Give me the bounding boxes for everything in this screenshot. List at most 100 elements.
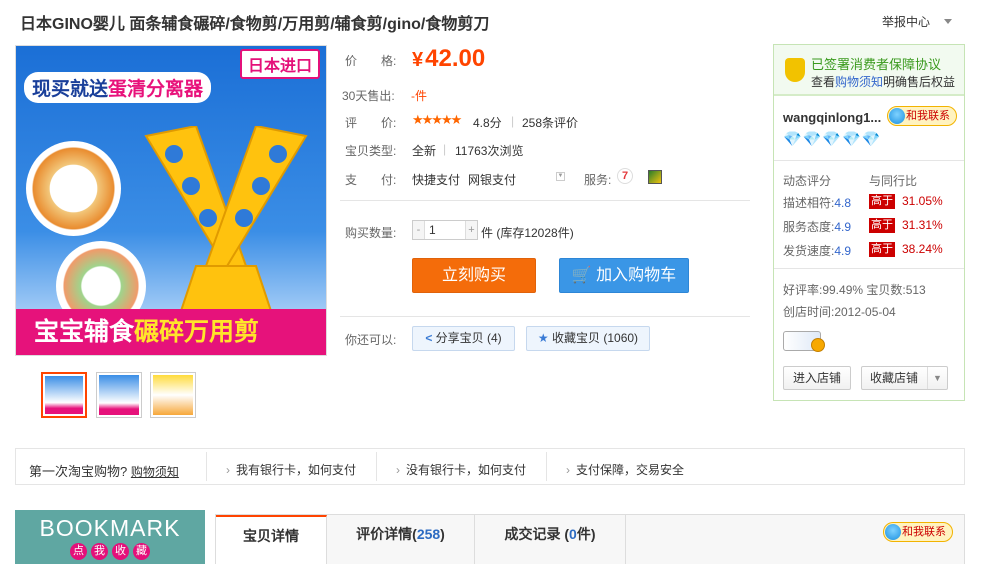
divider: |	[511, 114, 515, 128]
wangwang-icon	[885, 524, 901, 540]
divider	[774, 95, 964, 96]
seven-day-return-icon[interactable]: 7	[617, 168, 633, 184]
buy-now-button[interactable]: 立刻购买	[412, 258, 536, 293]
consumer-protection-title: 已签署消费者保障协议	[811, 57, 942, 72]
chevron-right-icon: ›	[396, 463, 400, 477]
bookmark-char: 藏	[133, 543, 150, 560]
shopping-notice-link[interactable]: 购物须知	[835, 75, 883, 89]
view-count: 11763次浏览	[455, 144, 524, 158]
tab-reviews[interactable]: 评价详情(258)	[327, 515, 475, 564]
help-link-have-card[interactable]: › 我有银行卡，如何支付	[226, 461, 356, 478]
first-time-question: 第一次淘宝购物? 购物须知	[29, 461, 179, 480]
chevron-down-icon	[944, 19, 953, 28]
payment-method-quick: 快捷支付	[412, 173, 461, 187]
bookmark-char: 我	[91, 543, 108, 560]
bookmark-char: 点	[70, 543, 87, 560]
thumbnail-2[interactable]	[96, 372, 142, 418]
shield-icon	[785, 58, 805, 82]
score-value: 4.8	[834, 196, 852, 210]
divider	[774, 268, 964, 269]
import-badge: 日本进口	[239, 49, 320, 79]
item-title: 日本GINO婴儿 面条辅食碾碎/食物剪/万用剪/辅食剪/gino/食物剪刀	[20, 16, 490, 33]
share-button-label: 分享宝贝 (4)	[435, 331, 502, 345]
divider	[774, 160, 964, 161]
scissor-illustration	[144, 126, 308, 327]
add-to-cart-button[interactable]: 🛒 加入购物车	[559, 258, 689, 293]
tagline-prefix: 宝宝辅食	[34, 318, 135, 346]
seller-level-diamond-icon[interactable]: 💎💎💎💎💎	[783, 130, 881, 148]
quantity-input[interactable]: 1	[429, 223, 436, 237]
tab-transaction-records[interactable]: 成交记录 (0件)	[475, 515, 626, 564]
bookmark-title: BOOKMARK	[39, 515, 181, 541]
divider	[340, 200, 750, 201]
score-percent: 31.31%	[902, 218, 943, 232]
bookmark-banner[interactable]: BOOKMARK 点我收藏	[15, 510, 205, 564]
chevron-down-icon[interactable]: ▼	[556, 172, 565, 181]
help-link-label: 支付保障，交易安全	[576, 463, 685, 477]
tab-records-label: 成交记录 (	[504, 526, 570, 542]
divider: |	[443, 142, 447, 156]
report-center-menu[interactable]: 举报中心	[882, 13, 953, 30]
help-question: 第一次淘宝购物?	[29, 464, 128, 479]
payment-label: 支 付:	[345, 173, 397, 187]
peer-compare-label: 与同行比	[869, 174, 918, 188]
tab-records-close: 件)	[576, 526, 596, 542]
protect-sub-suffix: 明确售后权益	[883, 75, 956, 89]
tab-item-details[interactable]: 宝贝详情	[216, 515, 327, 564]
star-icon: ★	[537, 331, 549, 345]
score-percent: 31.05%	[902, 194, 943, 208]
score-value: 4.9	[834, 220, 852, 234]
thumbnail-1[interactable]	[41, 372, 87, 418]
tab-reviews-count: 258	[416, 526, 441, 542]
tagline-highlight: 碾碎万用剪	[134, 318, 260, 346]
shopping-guide-link[interactable]: 购物须知	[131, 465, 179, 479]
score-value: 4.9	[834, 244, 852, 258]
help-link-security[interactable]: › 支付保障，交易安全	[566, 461, 684, 478]
quantity-decrease-button[interactable]: -	[413, 221, 425, 239]
service-guarantee-icon[interactable]	[648, 170, 662, 184]
contact-seller-button[interactable]: 和我联系	[883, 522, 953, 542]
share-icon: <	[425, 331, 433, 345]
quantity-stepper[interactable]: - 1 +	[412, 220, 478, 240]
add-to-cart-label: 加入购物车	[596, 267, 677, 284]
thumbnail-image	[45, 376, 83, 414]
higher-badge: 高于	[869, 242, 895, 257]
review-count-link[interactable]: 258条评价	[522, 114, 578, 131]
product-tagline: 宝宝辅食碾碎万用剪	[16, 309, 326, 355]
rating-score: 4.8分	[473, 116, 502, 130]
price-value: 42.00	[425, 45, 486, 72]
food-bowl-image	[26, 141, 121, 236]
share-button[interactable]: < 分享宝贝 (4)	[412, 326, 515, 351]
divider	[206, 452, 207, 481]
enter-store-button[interactable]: 进入店铺	[783, 366, 851, 390]
score-row-service[interactable]: 服务态度:4.9	[783, 218, 851, 235]
dynamic-score-label: 动态评分	[783, 174, 832, 188]
tab-records-count: 0	[569, 526, 577, 542]
thumbnail-3[interactable]	[150, 372, 196, 418]
score-row-shipping[interactable]: 发货速度:4.9	[783, 242, 851, 259]
seller-name[interactable]: wangqinlong1...	[783, 110, 881, 125]
tab-reviews-close: )	[440, 526, 445, 542]
report-center-label: 举报中心	[882, 15, 931, 29]
thumbnail-image	[153, 375, 193, 415]
main-product-image[interactable]: 日本进口 现买就送蛋清分离器 宝宝辅食碾碎万用剪	[15, 45, 327, 356]
contact-seller-button[interactable]: 和我联系	[887, 106, 957, 126]
favorite-item-label: 收藏宝贝 (1060)	[552, 331, 639, 345]
thumbnail-image	[99, 375, 139, 415]
promo-prefix: 现买就送	[32, 79, 109, 100]
higher-badge: 高于	[869, 218, 895, 233]
quantity-increase-button[interactable]: +	[465, 221, 477, 239]
payment-method-bank: 网银支付	[468, 173, 517, 187]
score-label: 描述相符:	[783, 196, 835, 210]
consumer-protection-sub: 查看购物须知明确售后权益	[811, 73, 955, 90]
chevron-down-icon[interactable]: ▼	[927, 367, 947, 389]
promo-highlight: 蛋清分离器	[108, 79, 204, 100]
store-created-date: 创店时间:2012-05-04	[783, 305, 896, 319]
item-type-value: 全新	[412, 144, 437, 158]
chevron-right-icon: ›	[566, 463, 570, 477]
service-label: 服务:	[584, 173, 612, 187]
favorite-item-button[interactable]: ★ 收藏宝贝 (1060)	[526, 326, 650, 351]
score-row-description[interactable]: 描述相符:4.8	[783, 194, 851, 211]
help-link-no-card[interactable]: › 没有银行卡，如何支付	[396, 461, 526, 478]
favorite-store-button[interactable]: 收藏店铺 ▼	[861, 366, 948, 390]
